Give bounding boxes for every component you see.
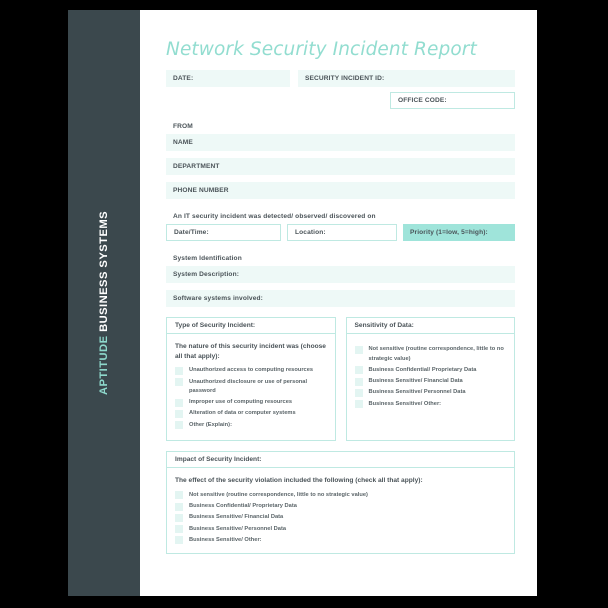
checkbox-label: Business Sensitive/ Other: [368, 400, 442, 407]
checkbox-item[interactable]: Not sensitive (routine correspondence, l… [354, 345, 507, 363]
checkbox-icon[interactable] [354, 377, 363, 386]
checkbox-label: Business Sensitive/ Financial Data [368, 378, 463, 385]
sensitivity-of-data-body: Not sensitive (routine correspondence, l… [345, 334, 515, 442]
field-name[interactable]: NAME [166, 134, 515, 152]
checkbox-label: Business Confidential/ Proprietary Data [189, 503, 297, 510]
header-row-office-code: OFFICE CODE: [166, 92, 515, 110]
checkbox-item[interactable]: Business Sensitive/ Financial Data [175, 513, 506, 522]
document-page: Network Security Incident Report DATE: S… [140, 10, 537, 596]
detection-statement: An IT security incident was detected/ ob… [173, 213, 376, 221]
document-content: Network Security Incident Report DATE: S… [166, 10, 515, 555]
panel-impact-of-security-incident: Impact of Security Incident: The effect … [166, 451, 515, 555]
checkbox-icon[interactable] [354, 345, 363, 354]
header-row-primary: DATE: SECURITY INCIDENT ID: [166, 70, 515, 88]
brand-sidebar: APTITUDE BUSINESS SYSTEMS [68, 10, 140, 596]
checkbox-icon[interactable] [175, 525, 183, 534]
checkbox-item[interactable]: Business Sensitive/ Financial Data [354, 377, 507, 386]
checkbox-icon[interactable] [175, 536, 183, 545]
checkbox-item[interactable]: Other (Explain): [175, 421, 327, 430]
checkbox-label: Business Confidential/ Proprietary Data [368, 366, 477, 373]
system-identification-heading: System Identification [173, 255, 242, 263]
field-department[interactable]: DEPARTMENT [166, 158, 515, 176]
brand-name-accent: APTITUDE [98, 335, 110, 396]
checkbox-icon[interactable] [175, 409, 183, 418]
checkbox-icon[interactable] [354, 400, 363, 409]
field-date[interactable]: DATE: [166, 70, 290, 88]
checkbox-icon[interactable] [175, 378, 183, 387]
checkbox-item[interactable]: Business Sensitive/ Other: [354, 400, 507, 409]
checkbox-label: Other (Explain): [189, 421, 232, 428]
field-office-code[interactable]: OFFICE CODE: [390, 92, 515, 110]
checkbox-label: Business Sensitive/ Financial Data [189, 514, 284, 521]
checkbox-item[interactable]: Not sensitive (routine correspondence, l… [175, 491, 506, 500]
sensitivity-of-data-heading: Sensitivity of Data: [345, 317, 515, 335]
impact-intro: The effect of the security violation inc… [175, 477, 423, 485]
brand-name-rest: BUSINESS SYSTEMS [98, 210, 110, 336]
field-phone-number[interactable]: PHONE NUMBER [166, 182, 515, 200]
checkbox-icon[interactable] [175, 513, 183, 522]
screenshot-root: APTITUDE BUSINESS SYSTEMS Network Securi… [0, 0, 608, 608]
checkbox-label: Business Sensitive/ Personnel Data [368, 389, 466, 396]
type-of-incident-heading: Type of Security Incident: [166, 317, 336, 335]
field-software-systems-involved[interactable]: Software systems involved: [166, 290, 515, 308]
checkbox-icon[interactable] [354, 366, 363, 375]
field-system-description[interactable]: System Description: [166, 266, 515, 284]
checkbox-icon[interactable] [175, 421, 183, 430]
checkbox-item[interactable]: Business Confidential/ Proprietary Data [354, 366, 507, 375]
checkbox-icon[interactable] [354, 388, 363, 397]
checkbox-label: Not sensitive (routine correspondence, l… [189, 491, 368, 498]
checkbox-item[interactable]: Business Confidential/ Proprietary Data [175, 502, 506, 511]
checkbox-item[interactable]: Improper use of computing resources [175, 398, 327, 407]
type-of-incident-intro: The nature of this security incident was… [175, 343, 326, 360]
checkbox-label: Unauthorized disclosure or use of person… [189, 378, 308, 394]
checkbox-item[interactable]: Business Sensitive/ Personnel Data [175, 525, 506, 534]
checkbox-label: Unauthorized access to computing resourc… [189, 367, 314, 374]
checkbox-item[interactable]: Business Sensitive/ Personnel Data [354, 388, 507, 397]
checkbox-label: Alteration of data or computer systems [189, 410, 296, 417]
brand-sidebar-label: APTITUDE BUSINESS SYSTEMS [98, 211, 110, 395]
checkbox-item[interactable]: Alteration of data or computer systems [175, 409, 327, 418]
panel-type-of-security-incident: Type of Security Incident: The nature of… [166, 317, 336, 442]
checkbox-label: Improper use of computing resources [189, 399, 293, 406]
checkbox-item[interactable]: Business Sensitive/ Other: [175, 536, 506, 545]
from-heading: FROM [173, 123, 193, 131]
checkbox-icon[interactable] [175, 502, 183, 511]
checkbox-icon[interactable] [175, 491, 183, 500]
type-of-incident-body: The nature of this security incident was… [166, 334, 336, 442]
detection-row: Date/Time: Location: Priority (1=low, 5=… [166, 224, 515, 242]
checkbox-item[interactable]: Unauthorized disclosure or use of person… [175, 378, 327, 396]
field-date-time[interactable]: Date/Time: [166, 224, 281, 242]
checkbox-label: Business Sensitive/ Personnel Data [189, 525, 287, 532]
incident-sensitivity-split: Type of Security Incident: The nature of… [166, 317, 515, 442]
field-location[interactable]: Location: [287, 224, 397, 242]
checkbox-item[interactable]: Unauthorized access to computing resourc… [175, 366, 327, 375]
panel-sensitivity-of-data: Sensitivity of Data: Not sensitive (rout… [345, 317, 515, 442]
field-security-incident-id[interactable]: SECURITY INCIDENT ID: [298, 70, 515, 88]
impact-body: The effect of the security violation inc… [166, 468, 515, 555]
field-priority[interactable]: Priority (1=low, 5=high): [403, 224, 515, 242]
checkbox-label: Not sensitive (routine correspondence, l… [368, 346, 504, 362]
page-title: Network Security Incident Report [166, 39, 477, 60]
checkbox-label: Business Sensitive/ Other: [189, 536, 262, 543]
checkbox-icon[interactable] [175, 398, 183, 407]
impact-heading: Impact of Security Incident: [166, 451, 515, 469]
checkbox-icon[interactable] [175, 366, 183, 375]
